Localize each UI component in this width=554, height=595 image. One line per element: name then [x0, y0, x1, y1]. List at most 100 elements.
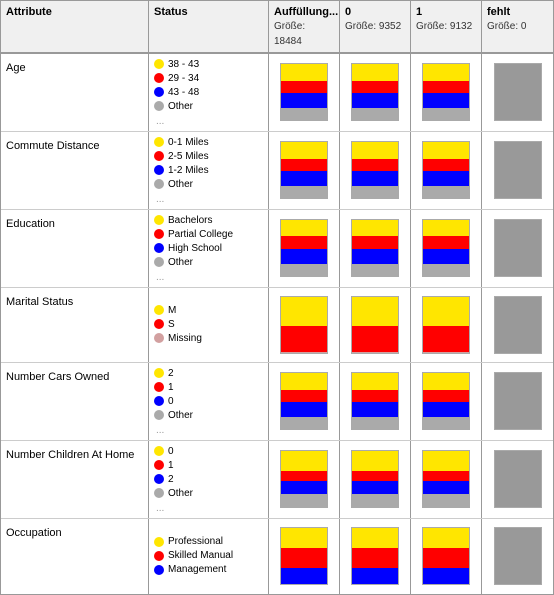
status-label: 43 - 48 [168, 86, 199, 99]
cell-status: 2 1 0 Other ... [149, 363, 269, 440]
status-item: Bachelors [154, 214, 263, 227]
status-dot [154, 460, 164, 470]
table-row: Age 38 - 43 29 - 34 43 - 48 Other ... [1, 54, 553, 132]
status-item: Skilled Manual [154, 549, 263, 562]
cell-fehlt [482, 288, 553, 362]
status-item: 0-1 Miles [154, 136, 263, 149]
cell-bar-1 [340, 210, 411, 287]
header-col-0: 0 Größe: 9352 [340, 1, 411, 52]
status-label: Partial College [168, 228, 233, 241]
table-row: Commute Distance 0-1 Miles 2-5 Miles 1-2… [1, 132, 553, 210]
status-label: Other [168, 487, 193, 500]
cell-bar-1 [340, 519, 411, 594]
status-item: Missing [154, 332, 263, 345]
header-attribute: Attribute [1, 1, 149, 52]
table-row: Number Cars Owned 2 1 0 Other ... [1, 363, 553, 441]
status-label: 0 [168, 445, 174, 458]
cell-attribute: Age [1, 54, 149, 131]
status-label: M [168, 304, 176, 317]
status-item: Professional [154, 535, 263, 548]
status-item: 2 [154, 473, 263, 486]
status-dot [154, 73, 164, 83]
table-row: Number Children At Home 0 1 2 Other ... [1, 441, 553, 519]
status-dot [154, 305, 164, 315]
ellipsis: ... [154, 272, 263, 283]
status-label: Missing [168, 332, 202, 345]
status-label: S [168, 318, 175, 331]
cell-bar-2 [411, 519, 482, 594]
main-table: Attribute Status Auffüllung... Größe: 18… [0, 0, 554, 595]
status-label: Skilled Manual [168, 549, 233, 562]
cell-status: 0-1 Miles 2-5 Miles 1-2 Miles Other ... [149, 132, 269, 209]
header-col-1: 1 Größe: 9132 [411, 1, 482, 52]
status-dot [154, 151, 164, 161]
ellipsis: ... [154, 425, 263, 436]
cell-bar-2 [411, 363, 482, 440]
cell-fehlt [482, 132, 553, 209]
status-item: Other [154, 409, 263, 422]
status-dot [154, 333, 164, 343]
status-label: 2 [168, 473, 174, 486]
status-dot [154, 87, 164, 97]
cell-fehlt [482, 519, 553, 594]
status-dot [154, 410, 164, 420]
status-dot [154, 215, 164, 225]
status-dot [154, 101, 164, 111]
status-label: Bachelors [168, 214, 212, 227]
cell-attribute: Marital Status [1, 288, 149, 362]
status-dot [154, 257, 164, 267]
cell-bar-0 [269, 363, 340, 440]
ellipsis: ... [154, 503, 263, 514]
cell-fehlt [482, 210, 553, 287]
ellipsis: ... [154, 194, 263, 205]
cell-status: 0 1 2 Other ... [149, 441, 269, 518]
status-item: Other [154, 100, 263, 113]
status-dot [154, 179, 164, 189]
status-item: 38 - 43 [154, 58, 263, 71]
table-row: Occupation Professional Skilled Manual M… [1, 519, 553, 594]
status-dot [154, 382, 164, 392]
ellipsis: ... [154, 116, 263, 127]
status-label: 1 [168, 381, 174, 394]
cell-bar-1 [340, 441, 411, 518]
status-label: Other [168, 256, 193, 269]
cell-bar-2 [411, 441, 482, 518]
status-item: 1-2 Miles [154, 164, 263, 177]
header-row: Attribute Status Auffüllung... Größe: 18… [1, 1, 553, 54]
status-item: Other [154, 487, 263, 500]
cell-status: M S Missing [149, 288, 269, 362]
header-col-auffuellung: Auffüllung... Größe: 18484 [269, 1, 340, 52]
status-dot [154, 537, 164, 547]
status-label: 0 [168, 395, 174, 408]
status-item: Management [154, 563, 263, 576]
status-dot [154, 474, 164, 484]
status-dot [154, 229, 164, 239]
status-label: 29 - 34 [168, 72, 199, 85]
cell-bar-1 [340, 363, 411, 440]
cell-bar-0 [269, 54, 340, 131]
cell-status: Professional Skilled Manual Management [149, 519, 269, 594]
status-dot [154, 368, 164, 378]
cell-bar-0 [269, 288, 340, 362]
status-label: 2-5 Miles [168, 150, 209, 163]
cell-attribute: Education [1, 210, 149, 287]
status-dot [154, 243, 164, 253]
status-item: M [154, 304, 263, 317]
status-label: Professional [168, 535, 223, 548]
status-item: 43 - 48 [154, 86, 263, 99]
status-dot [154, 165, 164, 175]
status-item: 1 [154, 381, 263, 394]
cell-bar-1 [340, 132, 411, 209]
header-status: Status [149, 1, 269, 52]
status-dot [154, 446, 164, 456]
cell-bar-0 [269, 519, 340, 594]
cell-status: 38 - 43 29 - 34 43 - 48 Other ... [149, 54, 269, 131]
status-dot [154, 551, 164, 561]
status-label: 2 [168, 367, 174, 380]
status-dot [154, 137, 164, 147]
status-dot [154, 59, 164, 69]
status-item: 0 [154, 445, 263, 458]
rows-container: Age 38 - 43 29 - 34 43 - 48 Other ...Com… [1, 54, 553, 594]
cell-bar-2 [411, 288, 482, 362]
cell-bar-0 [269, 210, 340, 287]
